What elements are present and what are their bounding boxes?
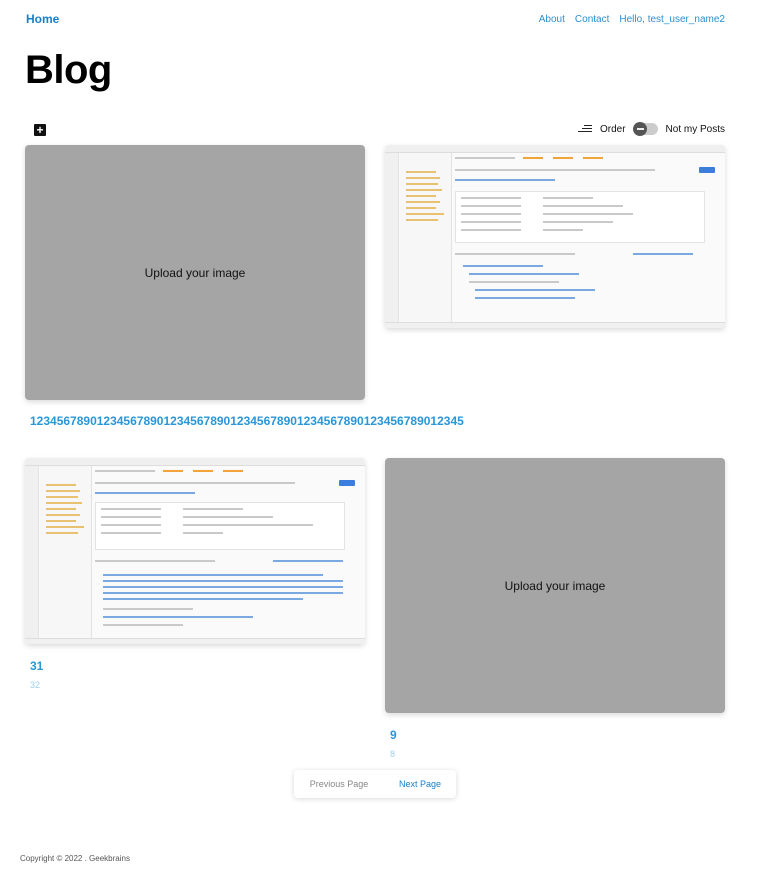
upload-image-text: Upload your image bbox=[144, 265, 246, 280]
sort-lines-icon[interactable] bbox=[577, 124, 592, 134]
post-image-placeholder[interactable]: Upload your image bbox=[25, 145, 365, 400]
post-card[interactable]: Upload your image bbox=[385, 458, 725, 713]
home-link[interactable]: Home bbox=[26, 12, 59, 26]
post-title[interactable]: 1234567890123456789012345678901234567890… bbox=[30, 414, 464, 428]
post-image-screenshot[interactable] bbox=[25, 458, 365, 644]
user-greeting-link[interactable]: Hello, test_user_name2 bbox=[619, 14, 725, 25]
plus-square-icon[interactable]: + bbox=[34, 124, 46, 136]
post-subtitle: 32 bbox=[30, 680, 41, 690]
post-subtitle: 8 bbox=[390, 749, 396, 759]
order-label[interactable]: Order bbox=[600, 124, 626, 135]
posts-toolbar: + Order Not my Posts bbox=[25, 120, 725, 140]
pagination: Previous Page Next Page bbox=[294, 770, 456, 798]
post-title[interactable]: 9 bbox=[390, 728, 397, 742]
nav-links: About Contact Hello, test_user_name2 bbox=[539, 14, 725, 25]
footer-copyright: Copyright © 2022 . Geekbrains bbox=[20, 854, 130, 863]
top-navbar: Home About Contact Hello, test_user_name… bbox=[0, 0, 757, 40]
not-my-posts-toggle[interactable] bbox=[632, 122, 658, 136]
upload-image-text: Upload your image bbox=[504, 578, 606, 593]
next-page-button[interactable]: Next Page bbox=[384, 779, 456, 789]
order-controls: Order Not my Posts bbox=[577, 122, 725, 136]
previous-page-button[interactable]: Previous Page bbox=[294, 779, 384, 789]
post-image-placeholder[interactable]: Upload your image bbox=[385, 458, 725, 713]
not-my-posts-label: Not my Posts bbox=[665, 123, 725, 135]
post-card[interactable]: Upload your image bbox=[25, 145, 365, 400]
page-title: Blog bbox=[25, 48, 112, 92]
about-link[interactable]: About bbox=[539, 14, 565, 25]
contact-link[interactable]: Contact bbox=[575, 14, 609, 25]
post-title[interactable]: 31 bbox=[30, 659, 43, 673]
post-image-screenshot[interactable] bbox=[385, 145, 725, 328]
post-card[interactable] bbox=[25, 458, 365, 644]
post-card[interactable] bbox=[385, 145, 725, 328]
